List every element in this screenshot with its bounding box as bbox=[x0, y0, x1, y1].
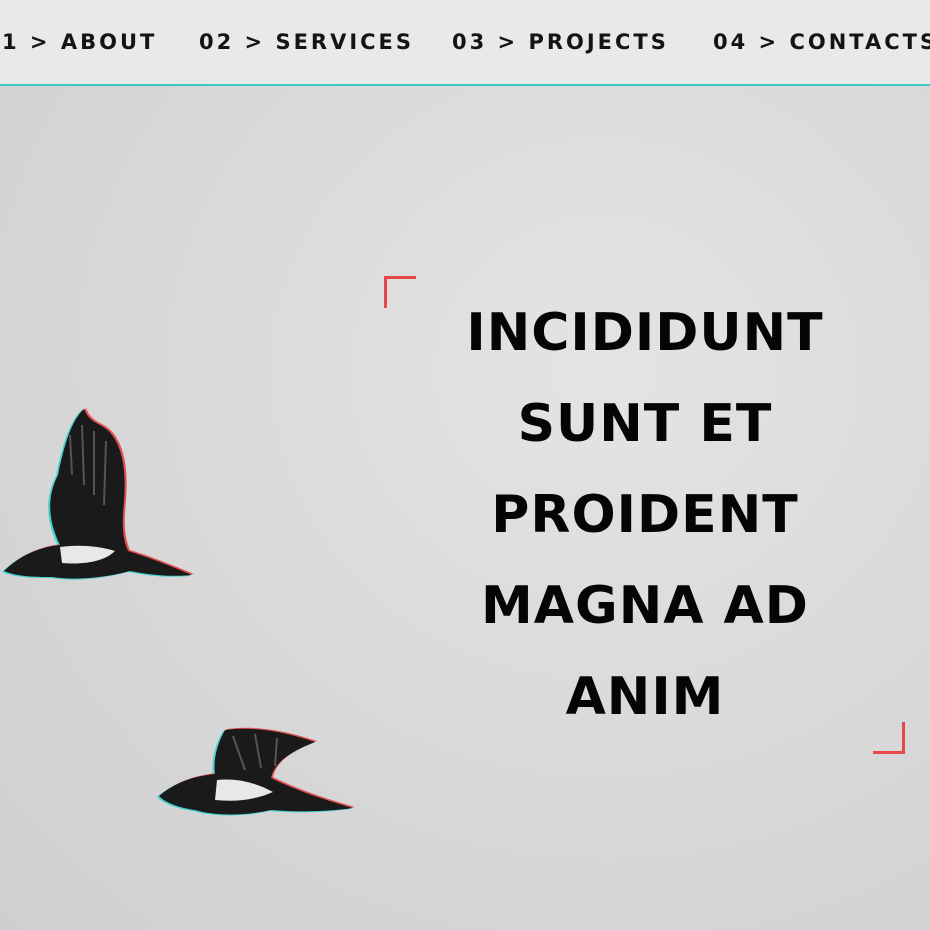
hero-headline: INCIDIDUNT SUNT ET PROIDENT MAGNA AD ANI… bbox=[455, 288, 835, 743]
page: 1 > ABOUT 02 > SERVICES 03 > PROJECTS 04… bbox=[0, 0, 930, 930]
nav-link-projects[interactable]: 03 > PROJECTS bbox=[452, 30, 669, 54]
headline-line: INCIDIDUNT bbox=[466, 303, 824, 363]
flying-bird-icon bbox=[157, 727, 355, 816]
corner-bracket-icon bbox=[384, 276, 416, 308]
headline-line: MAGNA AD bbox=[481, 576, 809, 636]
headline-line: SUNT ET bbox=[517, 394, 773, 454]
headline-line: PROIDENT bbox=[491, 485, 799, 545]
flying-bird-icon bbox=[2, 408, 194, 580]
corner-bracket-icon bbox=[873, 722, 905, 754]
nav-link-services[interactable]: 02 > SERVICES bbox=[199, 30, 414, 54]
top-navigation: 1 > ABOUT 02 > SERVICES 03 > PROJECTS 04… bbox=[0, 0, 930, 86]
nav-link-contacts[interactable]: 04 > CONTACTS bbox=[713, 30, 930, 54]
headline-line: ANIM bbox=[565, 667, 725, 727]
nav-link-about[interactable]: 1 > ABOUT bbox=[2, 30, 157, 54]
